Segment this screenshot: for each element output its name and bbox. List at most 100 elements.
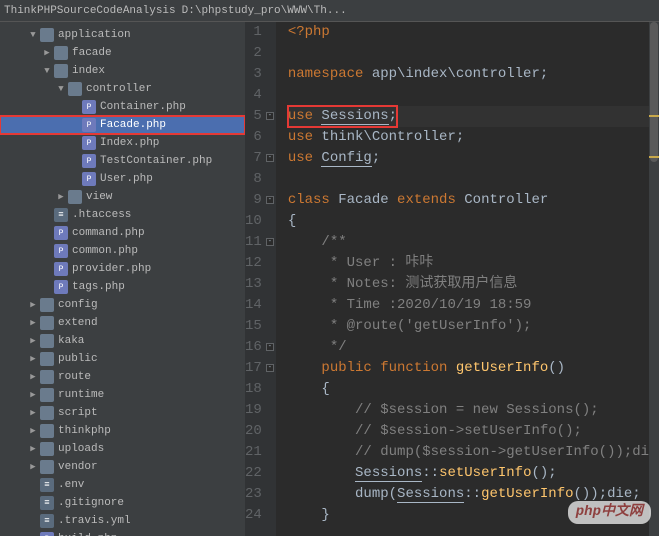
chevron-right-icon[interactable] <box>28 354 38 364</box>
folder-icon <box>68 82 82 96</box>
tree-item[interactable]: config <box>0 296 245 314</box>
tree-item-label: controller <box>86 83 152 95</box>
code-line[interactable]: /** <box>288 232 659 253</box>
tree-item[interactable]: facade <box>0 44 245 62</box>
php-icon <box>82 100 96 114</box>
line-number: 21 <box>245 442 262 463</box>
fold-marker[interactable] <box>266 238 274 246</box>
code-line[interactable]: * @route('getUserInfo'); <box>288 316 659 337</box>
tree-item-label: facade <box>72 47 112 59</box>
tree-item[interactable]: common.php <box>0 242 245 260</box>
chevron-right-icon[interactable] <box>42 48 52 58</box>
code-line[interactable]: use think\Controller; <box>288 127 659 148</box>
code-line[interactable] <box>288 169 659 190</box>
code-line[interactable]: <?php <box>288 22 659 43</box>
chevron-right-icon[interactable] <box>56 192 66 202</box>
chevron-right-icon[interactable] <box>28 318 38 328</box>
line-number: 10 <box>245 211 262 232</box>
project-name[interactable]: ThinkPHPSourceCodeAnalysis <box>4 5 176 17</box>
code-line[interactable]: // $session = new Sessions(); <box>288 400 659 421</box>
fold-marker[interactable] <box>266 112 274 120</box>
code-line[interactable]: { <box>288 379 659 400</box>
tree-item[interactable]: route <box>0 368 245 386</box>
tree-item[interactable]: .gitignore <box>0 494 245 512</box>
tree-item[interactable]: runtime <box>0 386 245 404</box>
tree-item-label: script <box>58 407 98 419</box>
tree-item[interactable]: provider.php <box>0 260 245 278</box>
tree-item[interactable]: build.php <box>0 530 245 536</box>
tree-item[interactable]: .env <box>0 476 245 494</box>
tree-item[interactable]: tags.php <box>0 278 245 296</box>
line-gutter: 123456789101112131415161718192021222324 <box>245 22 276 536</box>
editor-scrollbar[interactable] <box>649 22 659 536</box>
code-line[interactable]: namespace app\index\controller; <box>288 64 659 85</box>
chevron-down-icon[interactable] <box>56 84 66 94</box>
tree-item[interactable]: controller <box>0 80 245 98</box>
code-line[interactable]: */ <box>288 337 659 358</box>
chevron-right-icon[interactable] <box>28 390 38 400</box>
php-icon <box>82 118 96 132</box>
code-line[interactable]: public function getUserInfo() <box>288 358 659 379</box>
chevron-right-icon[interactable] <box>28 462 38 472</box>
chevron-down-icon[interactable] <box>42 66 52 76</box>
tree-item[interactable]: Facade.php <box>0 116 245 134</box>
chevron-right-icon[interactable] <box>28 300 38 310</box>
scrollbar-thumb[interactable] <box>650 22 658 162</box>
tree-item-label: TestContainer.php <box>100 155 212 167</box>
fold-marker[interactable] <box>266 343 274 351</box>
tree-item-label: .htaccess <box>72 209 131 221</box>
tree-item[interactable]: uploads <box>0 440 245 458</box>
chevron-right-icon[interactable] <box>28 408 38 418</box>
tree-item[interactable]: extend <box>0 314 245 332</box>
tree-item[interactable]: User.php <box>0 170 245 188</box>
chevron-right-icon[interactable] <box>28 336 38 346</box>
tree-item[interactable]: command.php <box>0 224 245 242</box>
chevron-right-icon[interactable] <box>28 426 38 436</box>
line-number: 24 <box>245 505 262 526</box>
code-line[interactable]: * Time :2020/10/19 18:59 <box>288 295 659 316</box>
tree-item[interactable]: index <box>0 62 245 80</box>
tree-item[interactable]: view <box>0 188 245 206</box>
code-line[interactable]: use Sessions; <box>288 106 659 127</box>
tree-item-label: Container.php <box>100 101 186 113</box>
code-line[interactable]: use Config; <box>288 148 659 169</box>
code-line[interactable]: Sessions::setUserInfo(); <box>288 463 659 484</box>
tree-item[interactable]: public <box>0 350 245 368</box>
folder-icon <box>40 424 54 438</box>
tree-item[interactable]: Container.php <box>0 98 245 116</box>
tree-item[interactable]: TestContainer.php <box>0 152 245 170</box>
code-line[interactable]: class Facade extends Controller <box>288 190 659 211</box>
project-tree[interactable]: application facade index controller Containe… <box>0 22 245 536</box>
folder-icon <box>40 298 54 312</box>
code-line[interactable] <box>288 43 659 64</box>
php-icon <box>40 532 54 536</box>
tree-item[interactable]: kaka <box>0 332 245 350</box>
tree-item[interactable]: Index.php <box>0 134 245 152</box>
code-line[interactable]: // dump($session->getUserInfo());die; <box>288 442 659 463</box>
tree-item-label: vendor <box>58 461 98 473</box>
tree-item[interactable]: application <box>0 26 245 44</box>
code-line[interactable] <box>288 85 659 106</box>
tree-item-label: Facade.php <box>100 119 166 131</box>
code-line[interactable]: * User : 咔咔 <box>288 253 659 274</box>
tree-item[interactable]: vendor <box>0 458 245 476</box>
tree-item-label: .gitignore <box>58 497 124 509</box>
fold-marker[interactable] <box>266 154 274 162</box>
line-number: 6 <box>245 127 262 148</box>
tree-item[interactable]: script <box>0 404 245 422</box>
chevron-right-icon[interactable] <box>28 444 38 454</box>
chevron-down-icon[interactable] <box>28 30 38 40</box>
tree-item-label: command.php <box>72 227 145 239</box>
chevron-right-icon[interactable] <box>28 372 38 382</box>
tree-item[interactable]: .htaccess <box>0 206 245 224</box>
code-editor[interactable]: 123456789101112131415161718192021222324 … <box>245 22 659 536</box>
tree-item[interactable]: thinkphp <box>0 422 245 440</box>
line-number: 2 <box>245 43 262 64</box>
fold-marker[interactable] <box>266 196 274 204</box>
line-number: 17 <box>245 358 262 379</box>
fold-marker[interactable] <box>266 364 274 372</box>
code-line[interactable]: * Notes: 测试获取用户信息 <box>288 274 659 295</box>
code-line[interactable]: { <box>288 211 659 232</box>
code-line[interactable]: // $session->setUserInfo(); <box>288 421 659 442</box>
tree-item[interactable]: .travis.yml <box>0 512 245 530</box>
